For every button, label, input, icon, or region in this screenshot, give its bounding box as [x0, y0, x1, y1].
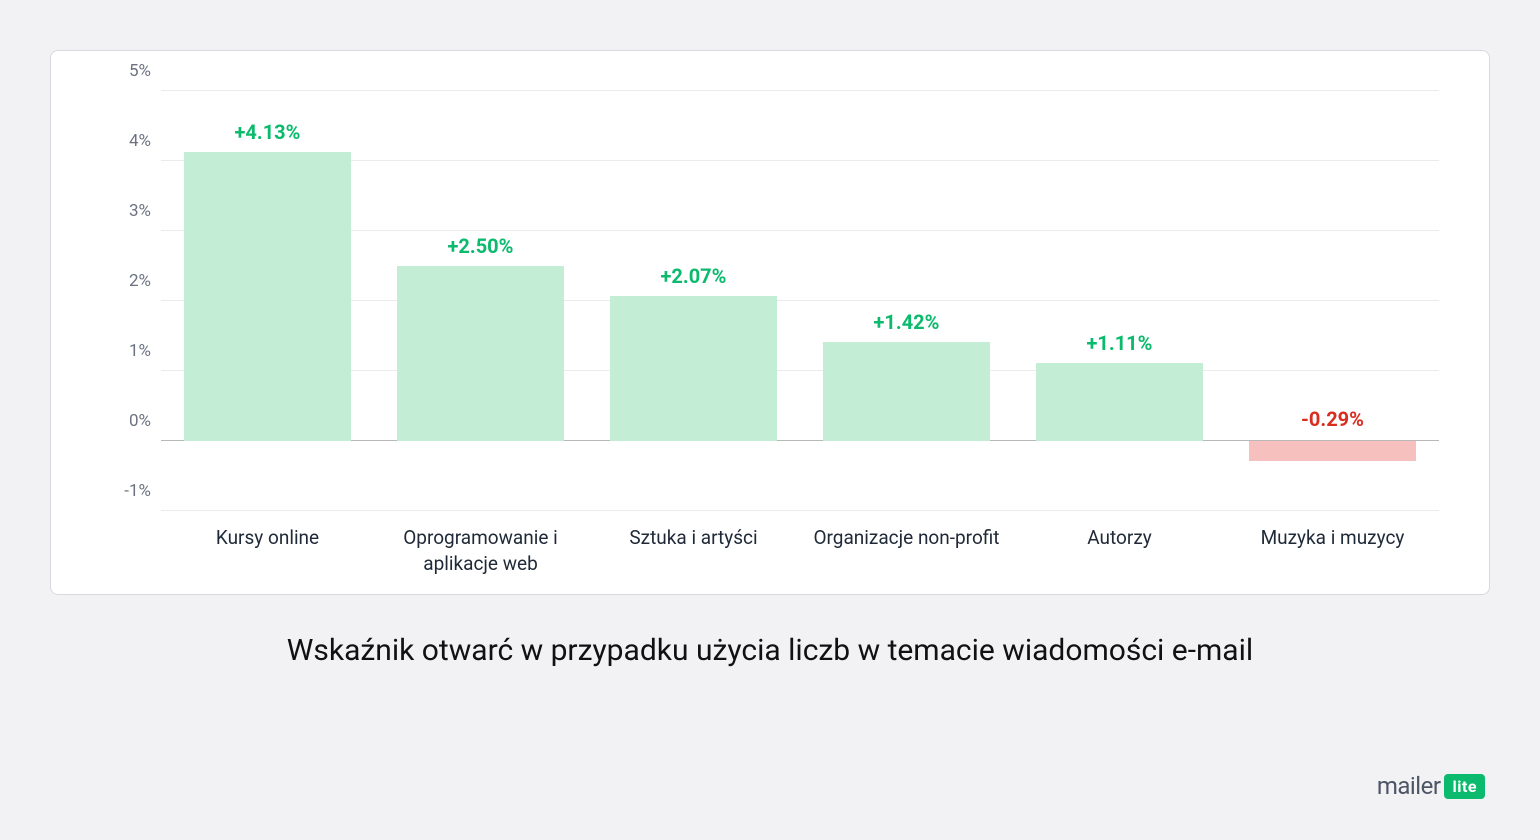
brand-logo: mailer lite	[1377, 772, 1485, 800]
chart-card: -1%0%1%2%3%4%5%+4.13%+2.50%+2.07%+1.42%+…	[50, 50, 1490, 595]
y-tick-label: 3%	[111, 201, 151, 221]
x-tick-label: Sztuka i artyści	[587, 525, 800, 576]
y-tick-label: -1%	[111, 481, 151, 501]
chart-caption: Wskaźnik otwarć w przypadku użycia liczb…	[50, 633, 1490, 668]
x-axis-labels: Kursy onlineOprogramowanie i aplikacje w…	[161, 525, 1439, 576]
bar-slot: +1.42%	[800, 91, 1013, 511]
bar-value-label: +1.42%	[823, 310, 989, 342]
plot-area: -1%0%1%2%3%4%5%+4.13%+2.50%+2.07%+1.42%+…	[161, 91, 1439, 511]
x-tick-label: Muzyka i muzycy	[1226, 525, 1439, 576]
x-tick-label: Kursy online	[161, 525, 374, 576]
bar-slot: +1.11%	[1013, 91, 1226, 511]
bar: +2.07%	[610, 296, 776, 441]
y-tick-label: 5%	[111, 61, 151, 81]
bar: +2.50%	[397, 266, 563, 441]
bar-slot: +2.50%	[374, 91, 587, 511]
bar-slot: +4.13%	[161, 91, 374, 511]
bar: +4.13%	[184, 152, 350, 441]
bar-value-label: +2.50%	[397, 234, 563, 266]
y-tick-label: 1%	[111, 341, 151, 361]
bar-slot: -0.29%	[1226, 91, 1439, 511]
bar: +1.11%	[1036, 363, 1202, 441]
brand-name: mailer	[1377, 772, 1441, 800]
bar-slot: +2.07%	[587, 91, 800, 511]
bar-value-label: -0.29%	[1249, 407, 1415, 431]
x-tick-label: Organizacje non-profit	[800, 525, 1013, 576]
bars-row: +4.13% +2.50% +2.07% +1.42% +1.11% -0.29%	[161, 91, 1439, 511]
y-tick-label: 4%	[111, 131, 151, 151]
bar: -0.29%	[1249, 441, 1415, 461]
y-tick-label: 2%	[111, 271, 151, 291]
bar-value-label: +1.11%	[1036, 331, 1202, 363]
bar: +1.42%	[823, 342, 989, 441]
brand-badge: lite	[1444, 774, 1485, 799]
x-tick-label: Oprogramowanie i aplikacje web	[374, 525, 587, 576]
bar-value-label: +4.13%	[184, 120, 350, 152]
x-tick-label: Autorzy	[1013, 525, 1226, 576]
bar-value-label: +2.07%	[610, 264, 776, 296]
y-tick-label: 0%	[111, 411, 151, 431]
